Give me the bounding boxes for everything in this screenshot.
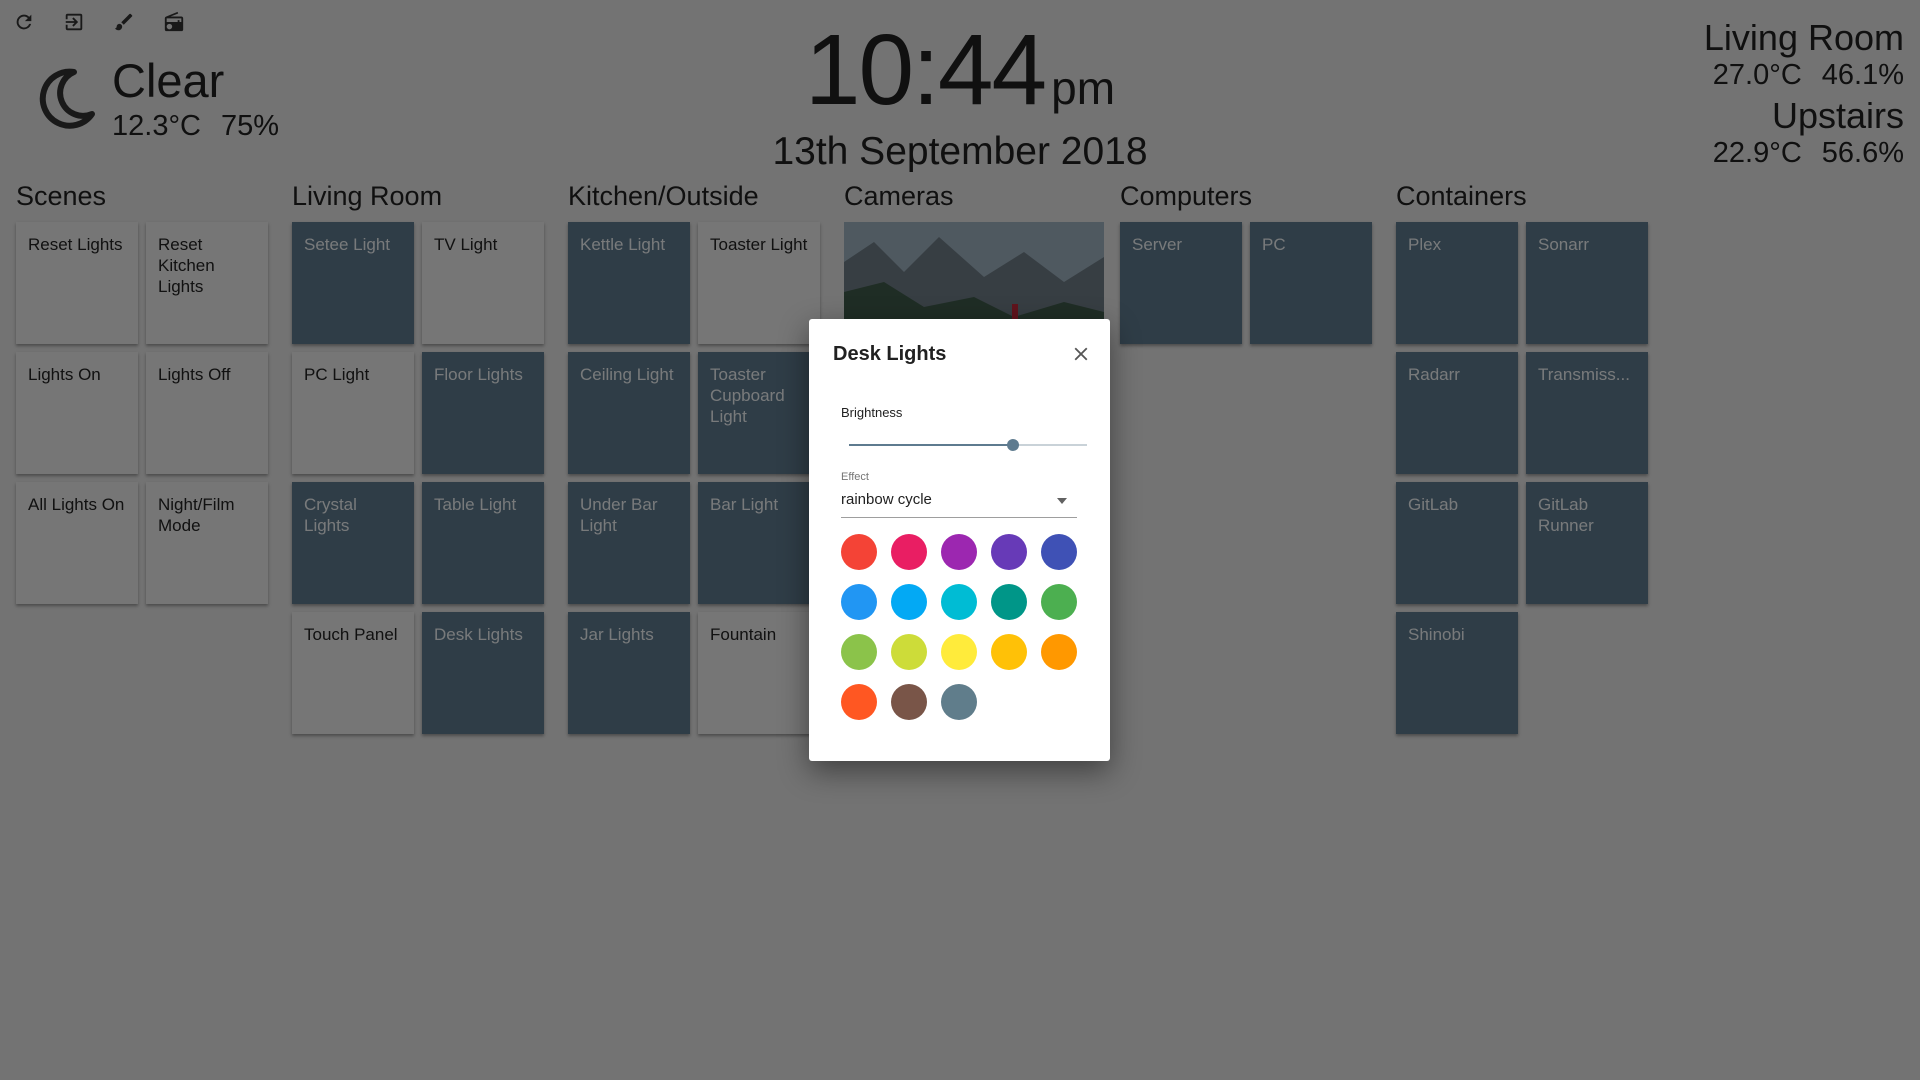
color-swatch[interactable] bbox=[891, 584, 927, 620]
brightness-slider[interactable] bbox=[849, 438, 1087, 452]
slider-thumb[interactable] bbox=[1007, 439, 1020, 451]
color-swatch[interactable] bbox=[841, 534, 877, 570]
color-swatch[interactable] bbox=[891, 534, 927, 570]
color-swatch[interactable] bbox=[1041, 534, 1077, 570]
color-swatch[interactable] bbox=[841, 584, 877, 620]
color-swatch[interactable] bbox=[891, 684, 927, 720]
effect-select[interactable]: rainbow cycle bbox=[841, 489, 1077, 518]
color-swatch[interactable] bbox=[841, 684, 877, 720]
color-swatch[interactable] bbox=[941, 584, 977, 620]
color-swatch[interactable] bbox=[991, 534, 1027, 570]
dashboard: Clear 12.3°C75% 10:44 pm 13th September … bbox=[0, 0, 1920, 1080]
color-swatch[interactable] bbox=[991, 584, 1027, 620]
effect-label: Effect bbox=[841, 471, 869, 483]
color-swatch[interactable] bbox=[941, 534, 977, 570]
color-swatch[interactable] bbox=[841, 634, 877, 670]
color-swatch[interactable] bbox=[991, 634, 1027, 670]
color-swatch[interactable] bbox=[941, 684, 977, 720]
slider-fill bbox=[849, 444, 1014, 446]
desk-lights-dialog: Desk Lights Brightness Effect rainbow cy… bbox=[809, 319, 1110, 761]
color-swatch[interactable] bbox=[1041, 584, 1077, 620]
color-swatch[interactable] bbox=[1041, 634, 1077, 670]
chevron-down-icon[interactable] bbox=[1057, 498, 1067, 504]
color-swatch[interactable] bbox=[941, 634, 977, 670]
brightness-label: Brightness bbox=[841, 405, 903, 420]
effect-value: rainbow cycle bbox=[841, 491, 932, 508]
close-icon[interactable] bbox=[1070, 343, 1092, 365]
color-swatch[interactable] bbox=[891, 634, 927, 670]
dialog-title: Desk Lights bbox=[833, 343, 947, 365]
